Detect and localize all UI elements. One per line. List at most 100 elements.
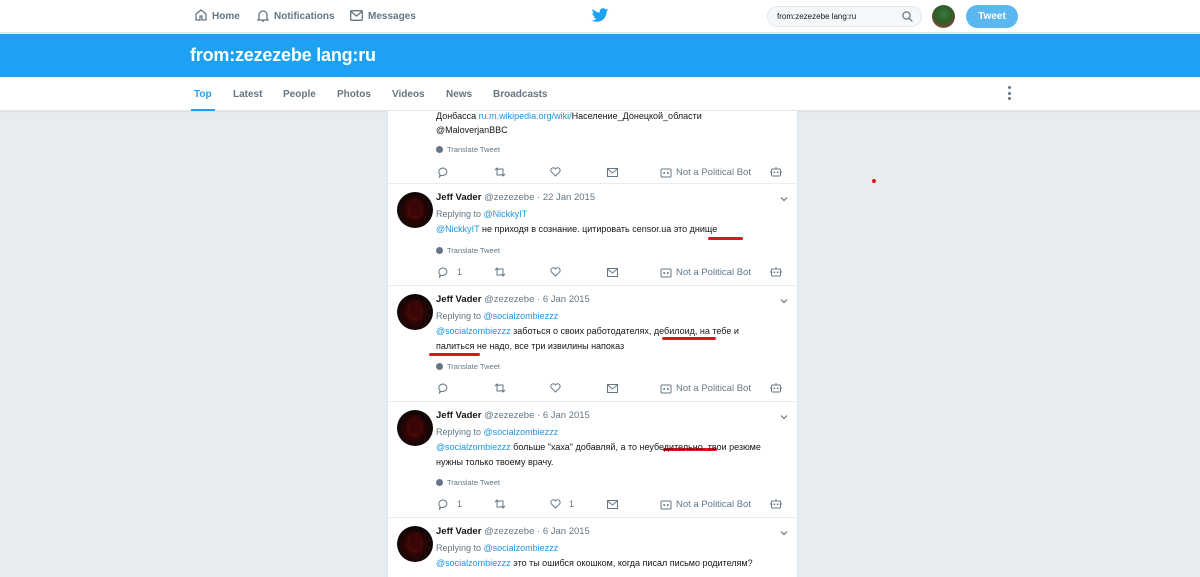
direct-message-button[interactable] <box>607 497 618 511</box>
tweet-button[interactable]: Tweet <box>966 5 1018 28</box>
replying-to: Replying to @socialzombiezzz <box>436 311 559 321</box>
envelope-icon <box>607 167 618 177</box>
top-navigation-bar: Home Notifications Messages from:zezezeb… <box>0 0 1200 33</box>
like-button[interactable]: 1 <box>550 497 574 511</box>
heart-icon <box>550 167 561 177</box>
retweet-button[interactable] <box>494 381 506 395</box>
tweet-text: @socialzombiezzz это ты ошибся окошком, … <box>436 558 753 568</box>
author-handle[interactable]: @zezezebe <box>484 410 534 421</box>
tab-latest[interactable]: Latest <box>233 77 262 111</box>
like-button[interactable] <box>550 381 561 395</box>
reply-button[interactable] <box>438 381 449 395</box>
envelope-icon <box>607 267 618 277</box>
translate-tweet[interactable]: Translate Tweet <box>436 246 500 255</box>
nav-notifications-label: Notifications <box>274 11 335 22</box>
direct-message-button[interactable] <box>607 165 618 179</box>
chevron-down-icon[interactable] <box>780 297 788 305</box>
robot-icon[interactable] <box>770 381 782 395</box>
tweet-item[interactable]: Jeff Vader @zezezebe · 6 Jan 2015 Replyi… <box>388 518 797 577</box>
reply-button[interactable]: 1 <box>438 497 462 511</box>
author-name[interactable]: Jeff Vader <box>436 526 481 537</box>
author-handle[interactable]: @zezezebe <box>484 526 534 537</box>
author-name[interactable]: Jeff Vader <box>436 294 481 305</box>
heart-icon <box>550 499 561 509</box>
nav-messages[interactable]: Messages <box>350 0 416 33</box>
envelope-icon <box>607 383 618 393</box>
tweet-date[interactable]: · 6 Jan 2015 <box>537 410 590 421</box>
nav-messages-label: Messages <box>368 11 416 22</box>
author-handle[interactable]: @zezezebe <box>484 192 534 203</box>
tweet-author-avatar[interactable] <box>397 192 433 228</box>
tweet-author-avatar[interactable] <box>397 294 433 330</box>
tweet-author-avatar[interactable] <box>397 526 433 562</box>
tweet-text: @socialzombiezzz больше "хаха" добавляй,… <box>436 442 761 467</box>
like-button[interactable] <box>550 165 561 179</box>
robot-icon[interactable] <box>770 497 782 511</box>
envelope-icon <box>350 9 363 24</box>
tweet-date[interactable]: · 6 Jan 2015 <box>537 294 590 305</box>
reply-button[interactable] <box>438 165 449 179</box>
search-input[interactable]: from:zezezebe lang:ru <box>767 6 922 27</box>
translate-tweet[interactable]: Translate Tweet <box>436 478 500 487</box>
retweet-button[interactable] <box>494 497 506 511</box>
tab-people[interactable]: People <box>283 77 316 111</box>
robot-icon[interactable] <box>770 265 782 279</box>
retweet-icon <box>494 267 506 277</box>
tab-photos[interactable]: Photos <box>337 77 371 111</box>
tweet-mention[interactable]: @MaloverjanBBC <box>436 123 776 138</box>
not-political-bot-button[interactable]: Not a Political Bot <box>660 165 751 179</box>
tweet-actions: Not a Political Bot <box>436 165 786 179</box>
retweet-button[interactable] <box>494 165 506 179</box>
reply-count: 1 <box>457 499 463 509</box>
translate-tweet[interactable]: Translate Tweet <box>436 145 500 154</box>
tab-videos[interactable]: Videos <box>392 77 425 111</box>
tweet-item[interactable]: Jeff Vader @zezezebe · 6 Jan 2015 Replyi… <box>388 402 797 518</box>
search-input-value: from:zezezebe lang:ru <box>777 12 857 21</box>
tweet-item[interactable]: Jeff Vader @zezezebe · 6 Jan 2015 Replyi… <box>388 286 797 451</box>
tweet-header: Jeff Vader @zezezebe · 6 Jan 2015 <box>436 410 590 421</box>
author-name[interactable]: Jeff Vader <box>436 410 481 421</box>
chevron-down-icon[interactable] <box>780 195 788 203</box>
nav-home-label: Home <box>212 11 240 22</box>
not-political-bot-button[interactable]: Not a Political Bot <box>660 381 751 395</box>
author-name[interactable]: Jeff Vader <box>436 192 481 203</box>
heart-icon <box>550 267 561 277</box>
twitter-bird-icon[interactable] <box>591 8 609 23</box>
tweet-actions: Not a Political Bot <box>436 381 786 395</box>
like-button[interactable] <box>550 265 561 279</box>
nav-home[interactable]: Home <box>195 0 240 33</box>
replying-to: Replying to @socialzombiezzz <box>436 543 559 553</box>
direct-message-button[interactable] <box>607 265 618 279</box>
chevron-down-icon[interactable] <box>780 529 788 537</box>
tab-news[interactable]: News <box>446 77 472 111</box>
annotation-underline <box>429 353 480 356</box>
author-handle[interactable]: @zezezebe <box>484 294 534 305</box>
globe-icon <box>436 363 443 370</box>
search-title: from:zezezebe lang:ru <box>190 45 376 65</box>
search-icon[interactable] <box>902 11 913 24</box>
bot-shield-icon <box>660 168 672 177</box>
not-political-bot-button[interactable]: Not a Political Bot <box>660 497 751 511</box>
reply-button[interactable]: 1 <box>438 265 462 279</box>
direct-message-button[interactable] <box>607 381 618 395</box>
reply-icon <box>438 166 448 178</box>
reply-icon <box>438 498 448 510</box>
tweet-link[interactable]: ru.m.wikipedia.org/wiki/ <box>479 111 572 121</box>
tweet-date[interactable]: · 22 Jan 2015 <box>537 192 595 203</box>
user-avatar[interactable] <box>932 5 955 28</box>
tweet-item[interactable]: Донбасса ru.m.wikipedia.org/wiki/Населен… <box>388 111 797 184</box>
tweet-actions: 1 1 Not a Political Bot <box>436 497 786 511</box>
chevron-down-icon[interactable] <box>780 413 788 421</box>
retweet-button[interactable] <box>494 265 506 279</box>
tweet-item[interactable]: Jeff Vader @zezezebe · 22 Jan 2015 Reply… <box>388 184 797 286</box>
tweet-author-avatar[interactable] <box>397 410 433 446</box>
translate-tweet[interactable]: Translate Tweet <box>436 362 500 371</box>
tweet-text: @NickkyIT не приходя в сознание. цитиров… <box>436 224 718 234</box>
robot-icon[interactable] <box>770 165 782 179</box>
tweet-date[interactable]: · 6 Jan 2015 <box>537 526 590 537</box>
nav-notifications[interactable]: Notifications <box>256 0 335 33</box>
not-political-bot-button[interactable]: Not a Political Bot <box>660 265 751 279</box>
tab-top[interactable]: Top <box>191 77 215 111</box>
more-options-icon[interactable] <box>1006 86 1012 100</box>
tab-broadcasts[interactable]: Broadcasts <box>493 77 547 111</box>
